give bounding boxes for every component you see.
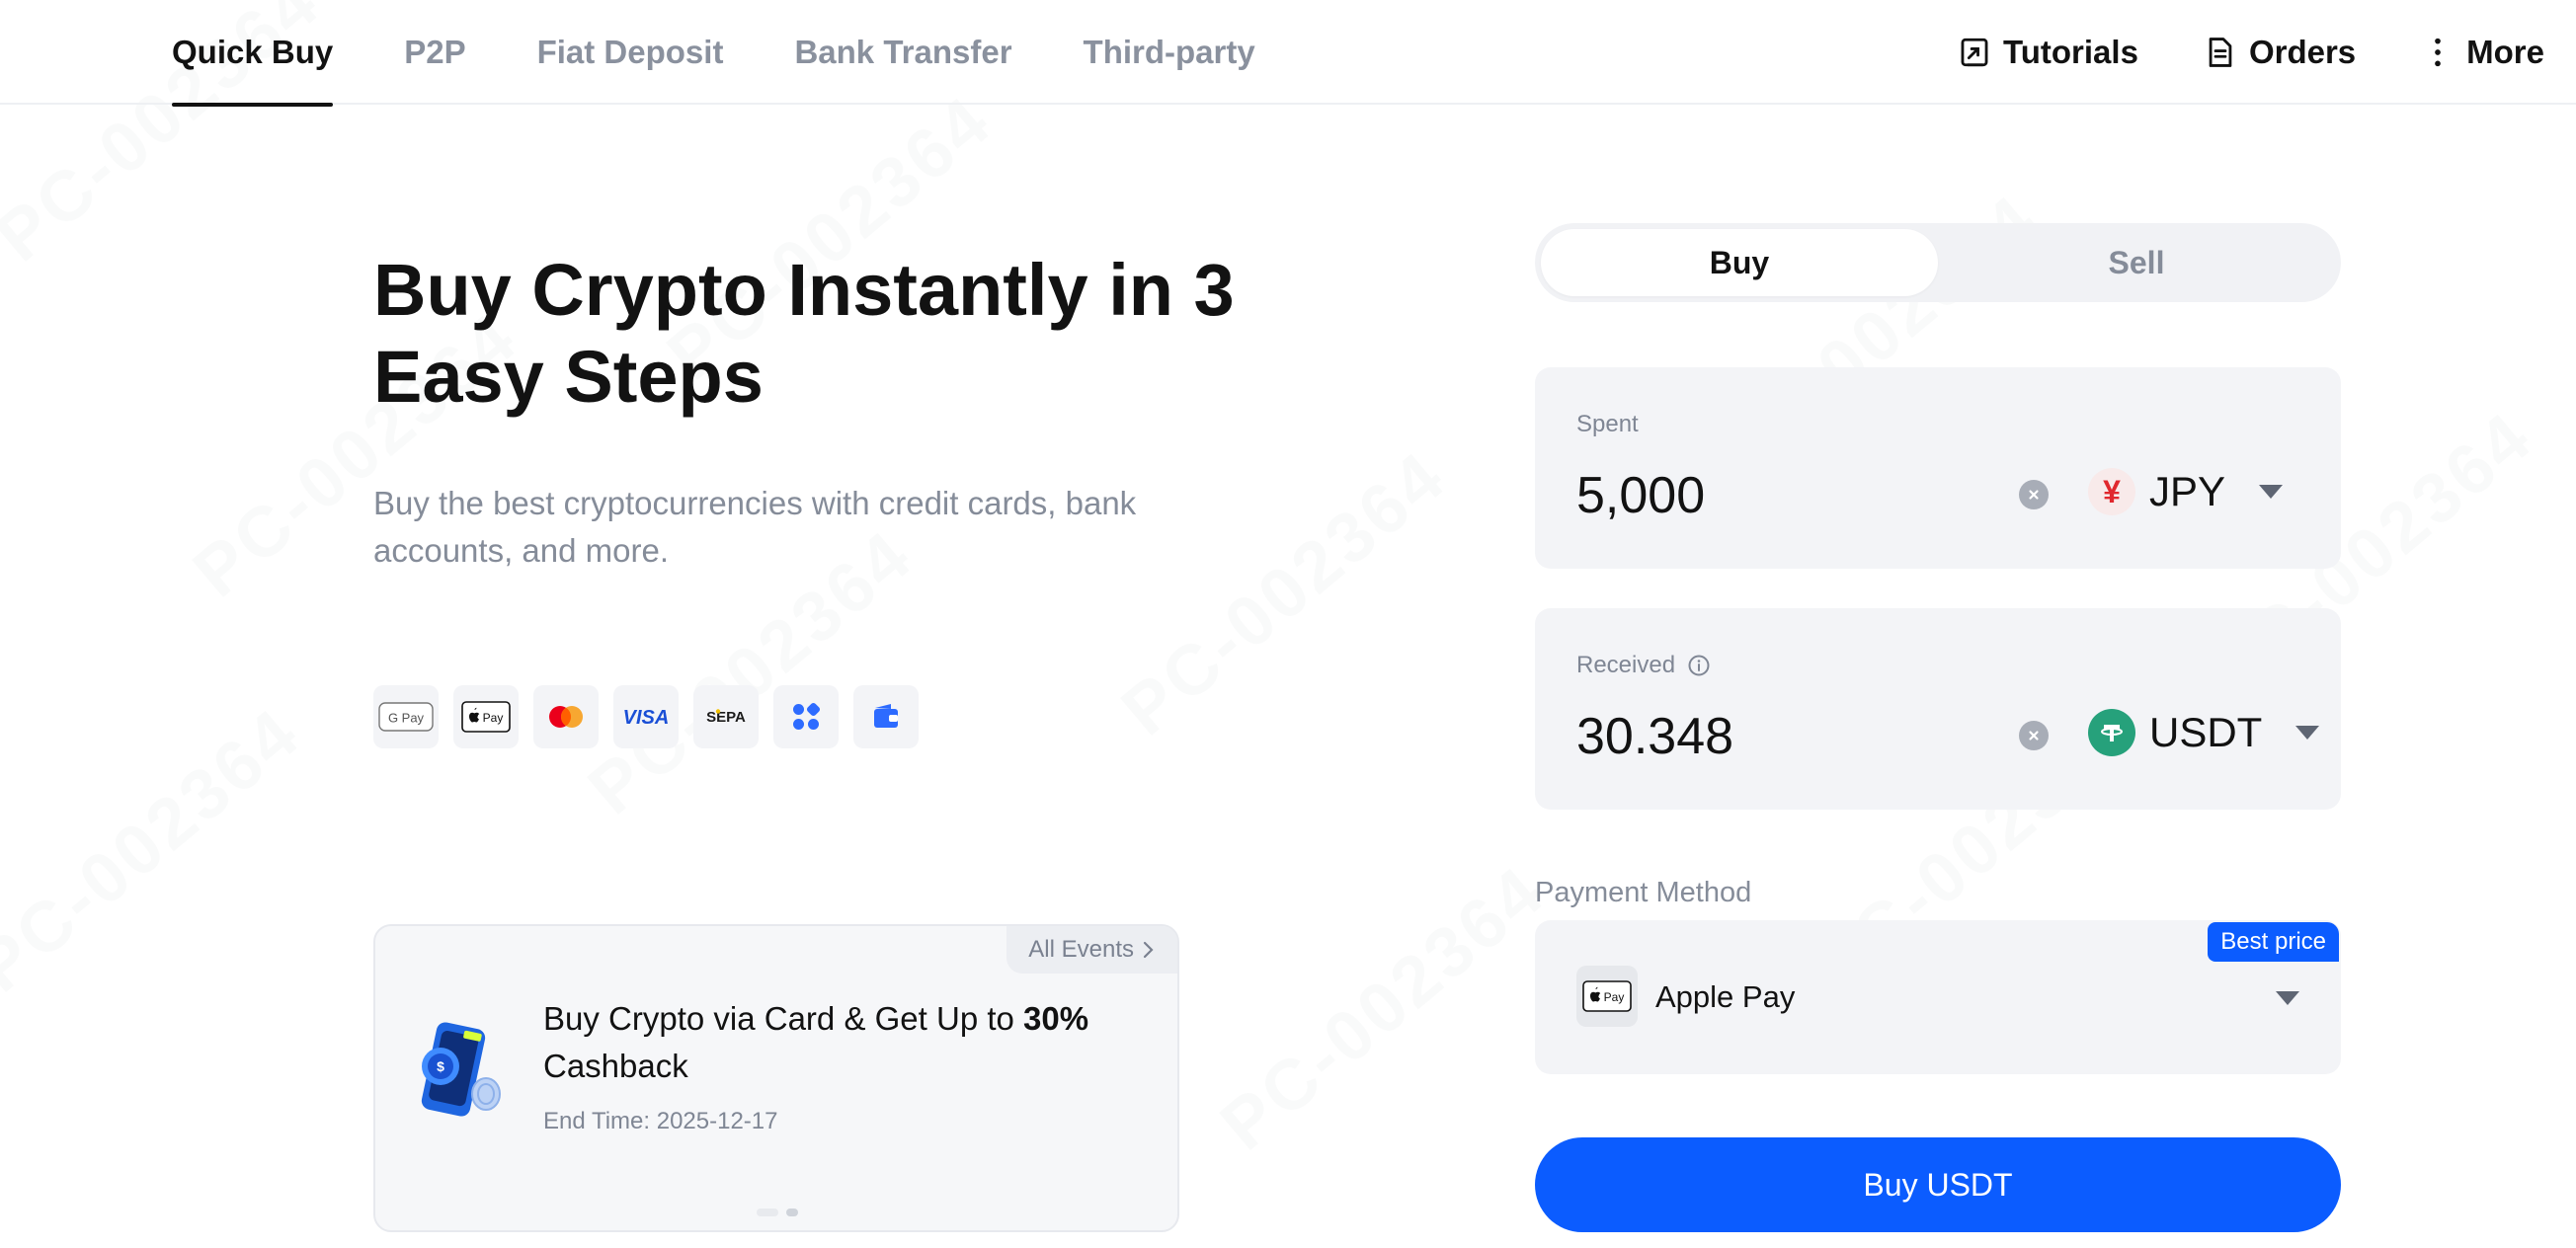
chevron-down-icon — [2276, 991, 2299, 1005]
buy-tab[interactable]: Buy — [1541, 229, 1938, 296]
tutorials-link[interactable]: Tutorials — [1958, 34, 2138, 71]
page-title: Buy Crypto Instantly in 3 Easy Steps — [373, 249, 1235, 418]
tutorials-label: Tutorials — [2003, 34, 2138, 70]
close-icon — [2029, 731, 2039, 741]
carousel-dot[interactable] — [757, 1209, 778, 1216]
spent-label-text: Spent — [1576, 411, 1639, 437]
spent-amount-input[interactable] — [1576, 466, 1991, 525]
event-end-time: End Time: 2025-12-17 — [543, 1108, 778, 1134]
svg-text:VISA: VISA — [623, 707, 670, 729]
phone-card-illustration-icon: $ — [421, 1022, 501, 1117]
all-events-link[interactable]: All Events — [1006, 926, 1177, 974]
watermark-text: PC-002364 — [0, 692, 316, 1008]
event-title-text: Buy Crypto via Card & Get Up to — [543, 1000, 1024, 1037]
watermark-text: PC-002364 — [1205, 850, 1560, 1166]
document-icon — [2209, 38, 2232, 67]
chevron-down-icon — [2259, 485, 2284, 499]
visa-icon: VISA — [613, 685, 679, 748]
apple-pay-icon: Pay — [453, 685, 519, 748]
apple-pay-icon: Pay — [1576, 966, 1638, 1027]
tab-third-party[interactable]: Third-party — [1084, 0, 1255, 105]
received-field: Received USDT — [1535, 608, 2341, 810]
binance-app-icon — [773, 685, 839, 748]
event-title-suffix: Cashback — [543, 1048, 688, 1084]
nav-actions: Tutorials Orders More — [1958, 0, 2544, 105]
clear-received-button[interactable] — [2019, 721, 2049, 750]
svg-text:SEPA: SEPA — [706, 709, 746, 726]
event-cashback-percent: 30% — [1023, 1000, 1089, 1037]
jpy-symbol: ¥ — [2103, 473, 2121, 509]
carousel-dots — [757, 1209, 798, 1216]
buy-usdt-button[interactable]: Buy USDT — [1535, 1137, 2341, 1232]
info-icon[interactable] — [1687, 654, 1711, 677]
sepa-icon: SEPA — [693, 685, 759, 748]
more-label: More — [2466, 34, 2544, 70]
tutorials-icon — [1961, 38, 1988, 67]
payment-methods-row: G Pay Pay VISA SEPA — [373, 685, 919, 748]
clear-spent-button[interactable] — [2019, 480, 2049, 509]
chevron-right-icon — [1143, 941, 1154, 959]
received-currency-name: USDT — [2149, 709, 2263, 755]
spent-field: Spent ¥ JPY — [1535, 367, 2341, 569]
payment-method-select[interactable]: Pay Apple Pay Best price — [1535, 920, 2341, 1074]
buy-sell-toggle: Buy Sell — [1535, 223, 2341, 302]
tab-fiat-deposit[interactable]: Fiat Deposit — [537, 0, 724, 105]
event-title: Buy Crypto via Card & Get Up to 30% Cash… — [543, 995, 1136, 1090]
svg-text:$: $ — [437, 1058, 444, 1074]
jpy-currency-icon: ¥ — [2088, 468, 2135, 515]
page-subtitle: Buy the best cryptocurrencies with credi… — [373, 485, 1137, 569]
orders-link[interactable]: Orders — [2204, 34, 2356, 71]
payment-method-label: Payment Method — [1535, 877, 1752, 908]
tab-bank-transfer[interactable]: Bank Transfer — [794, 0, 1011, 105]
all-events-label: All Events — [1028, 936, 1134, 963]
spent-currency-name: JPY — [2149, 468, 2226, 514]
wallet-icon — [853, 685, 919, 748]
tab-p2p[interactable]: P2P — [404, 0, 465, 105]
received-label-text: Received — [1576, 652, 1676, 678]
svg-text:Pay: Pay — [483, 711, 504, 725]
promo-event-card[interactable]: All Events $ Buy Crypto via Card & Get U… — [373, 924, 1179, 1232]
top-navigation: Quick Buy P2P Fiat Deposit Bank Transfer… — [0, 0, 2576, 107]
spent-label: Spent — [1576, 411, 1639, 438]
sell-tab[interactable]: Sell — [1938, 229, 2335, 296]
chevron-down-icon — [2295, 726, 2320, 740]
close-icon — [2029, 490, 2039, 500]
vertical-dots-icon — [2435, 38, 2441, 67]
payment-method-name: Apple Pay — [1655, 979, 1796, 1014]
mastercard-icon — [533, 685, 599, 748]
received-amount-input[interactable] — [1576, 707, 1991, 766]
carousel-dot[interactable] — [786, 1209, 798, 1216]
svg-text:G Pay: G Pay — [388, 711, 425, 726]
usdt-currency-icon — [2088, 709, 2135, 756]
spent-currency-select[interactable]: ¥ JPY — [2088, 464, 2284, 519]
more-menu[interactable]: More — [2421, 34, 2544, 71]
orders-label: Orders — [2248, 34, 2357, 70]
received-label: Received — [1576, 652, 1711, 679]
best-price-badge: Best price — [2208, 922, 2339, 962]
received-currency-select[interactable]: USDT — [2088, 705, 2320, 760]
tab-bar: Quick Buy P2P Fiat Deposit Bank Transfer… — [172, 0, 1255, 107]
tab-quick-buy[interactable]: Quick Buy — [172, 0, 334, 107]
google-pay-icon: G Pay — [373, 685, 439, 748]
svg-text:Pay: Pay — [1604, 990, 1625, 1004]
